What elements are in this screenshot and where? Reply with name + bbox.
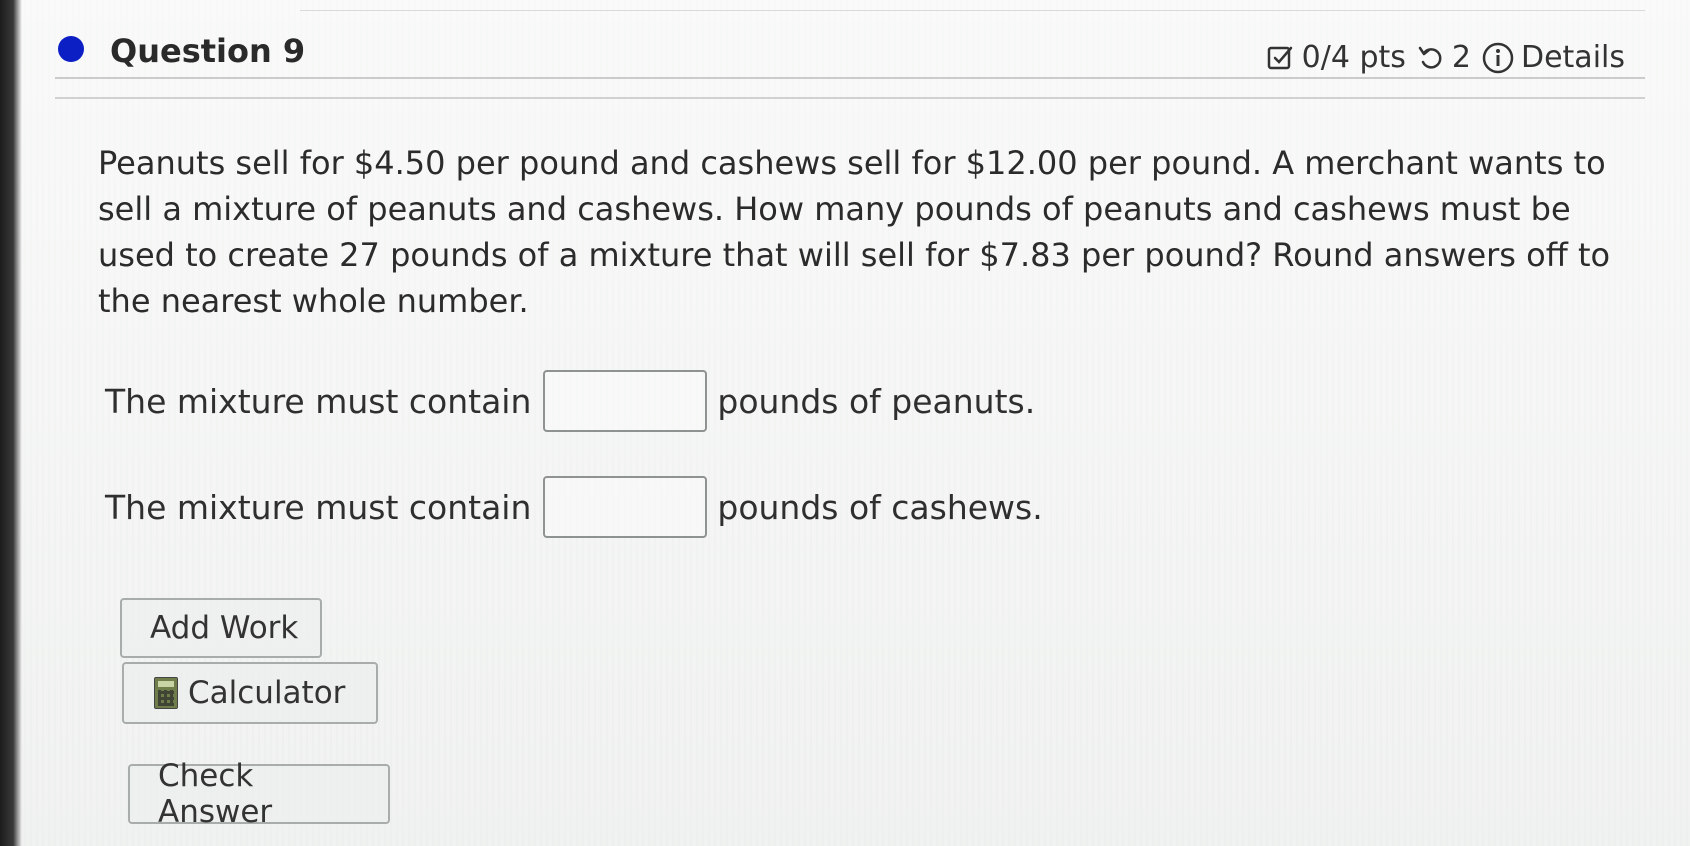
header-divider-lower <box>55 97 1645 99</box>
checkbox-edit-icon <box>1266 43 1296 73</box>
answer-prefix: The mixture must contain <box>105 381 532 421</box>
monitor-bezel <box>0 0 22 846</box>
question-body: Peanuts sell for $4.50 per pound and cas… <box>98 140 1618 324</box>
answer-prefix: The mixture must contain <box>105 487 532 527</box>
attempts-indicator: 2 <box>1416 40 1471 75</box>
details-label[interactable]: Details <box>1521 40 1625 75</box>
question-meta: 0/4 pts 2 Details <box>1266 40 1625 75</box>
add-work-button[interactable]: Add Work <box>120 598 322 658</box>
check-answer-button[interactable]: Check Answer <box>128 758 390 830</box>
question-status-dot <box>58 36 84 62</box>
cashews-answer-input[interactable] <box>543 476 708 538</box>
answer-suffix: pounds of peanuts. <box>717 381 1036 421</box>
calculator-icon <box>154 677 178 709</box>
question-title: Question 9 <box>110 32 306 70</box>
calculator-button[interactable]: Calculator <box>122 662 378 724</box>
answer-suffix: pounds of cashews. <box>717 487 1043 527</box>
points-label: 0/4 pts <box>1301 40 1406 75</box>
peanuts-answer-input[interactable] <box>543 370 708 432</box>
details-link[interactable]: Details <box>1481 40 1625 75</box>
check-answer-label: Check Answer <box>158 758 273 830</box>
info-icon <box>1481 41 1515 75</box>
add-work-label: Add Work <box>150 610 299 646</box>
attempts-count: 2 <box>1451 40 1471 75</box>
header-top-divider <box>300 10 1645 11</box>
retry-icon <box>1416 43 1446 73</box>
calculator-label: Calculator <box>188 675 346 711</box>
answer-row-cashews: The mixture must contain pounds of cashe… <box>105 476 1043 538</box>
header-divider <box>55 77 1645 79</box>
answer-row-peanuts: The mixture must contain pounds of peanu… <box>105 370 1035 432</box>
points-indicator: 0/4 pts <box>1266 40 1406 75</box>
question-text: Peanuts sell for $4.50 per pound and cas… <box>98 144 1611 320</box>
